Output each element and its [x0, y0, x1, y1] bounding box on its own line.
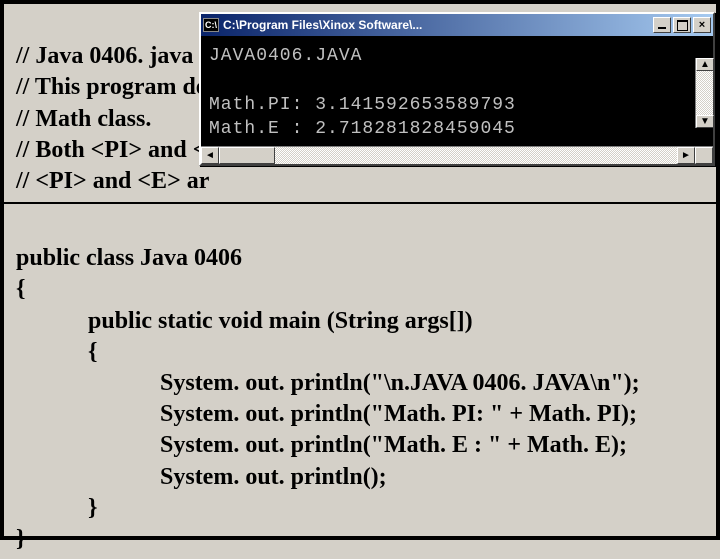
vertical-scroll-track[interactable]	[696, 71, 713, 115]
window-title: C:\Program Files\Xinox Software\...	[223, 18, 649, 32]
minimize-button[interactable]	[653, 17, 671, 33]
code-line: }	[16, 493, 97, 524]
console-line: Math.PI: 3.141592653589793	[209, 95, 516, 115]
code-line: public static void main (String args[])	[16, 306, 473, 337]
titlebar[interactable]: C:\ C:\Program Files\Xinox Software\... …	[201, 14, 713, 36]
console-line: JAVA0406.JAVA	[209, 46, 362, 66]
code-body: public class Java 0406 { public static v…	[8, 208, 648, 559]
console-client-area: JAVA0406.JAVA Math.PI: 3.141592653589793…	[201, 36, 713, 146]
scrollbar-corner	[695, 147, 713, 164]
code-line: System. out. println("Math. E : " + Math…	[16, 430, 627, 461]
code-line: System. out. println("Math. PI: " + Math…	[16, 399, 637, 430]
code-line: }	[16, 526, 25, 552]
code-line: {	[16, 276, 25, 302]
cmd-icon-label: C:\	[205, 20, 217, 30]
scroll-up-button[interactable]: ▲	[696, 58, 714, 71]
horizontal-scroll-thumb[interactable]	[219, 147, 275, 164]
horizontal-scrollbar[interactable]: ◄ ►	[201, 146, 713, 164]
cmd-icon: C:\	[203, 18, 219, 32]
horizontal-scroll-track[interactable]	[219, 147, 677, 164]
code-line: System. out. println("\n.JAVA 0406. JAVA…	[16, 368, 640, 399]
code-line: public class Java 0406	[16, 245, 242, 271]
comment-line: // <PI> and <E> ar	[16, 168, 209, 194]
window-buttons: ×	[653, 17, 711, 33]
console-window: C:\ C:\Program Files\Xinox Software\... …	[199, 12, 715, 166]
comment-line: // Both <PI> and <	[16, 137, 206, 163]
comment-line: // Java 0406. java	[16, 43, 193, 69]
code-line: {	[16, 337, 97, 368]
code-line: System. out. println();	[16, 462, 387, 493]
scroll-right-button[interactable]: ►	[677, 147, 695, 164]
maximize-button[interactable]	[673, 17, 691, 33]
comment-line: // Math class.	[16, 106, 151, 132]
code-comments: // Java 0406. java // This program de //…	[8, 6, 217, 201]
horizontal-divider	[4, 202, 716, 204]
console-output: JAVA0406.JAVA Math.PI: 3.141592653589793…	[201, 36, 713, 146]
vertical-scrollbar[interactable]: ▲ ▼	[695, 58, 713, 128]
close-button[interactable]: ×	[693, 17, 711, 33]
console-line: Math.E : 2.718281828459045	[209, 119, 516, 139]
scroll-left-button[interactable]: ◄	[201, 147, 219, 164]
comment-line: // This program de	[16, 74, 206, 100]
slide-container: // Java 0406. java // This program de //…	[0, 0, 720, 540]
scroll-down-button[interactable]: ▼	[696, 115, 714, 128]
